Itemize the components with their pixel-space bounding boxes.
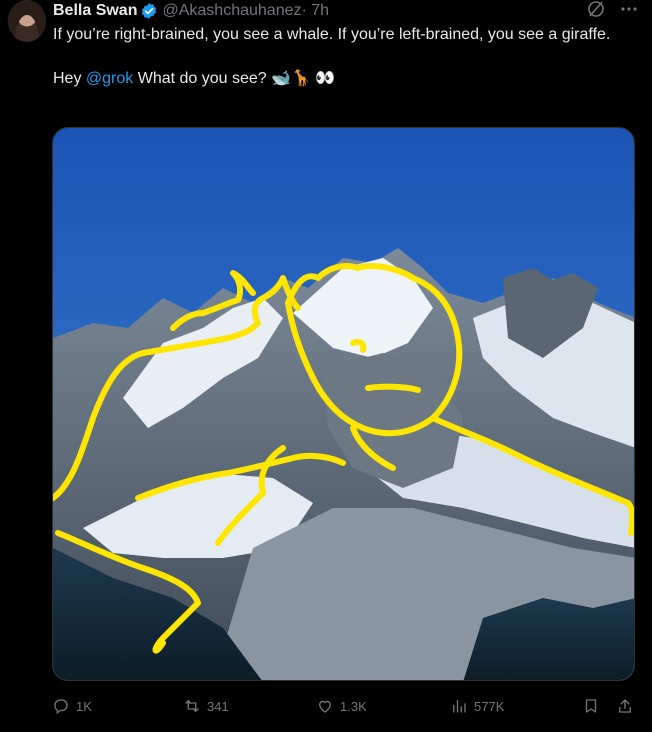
avatar[interactable] [8,0,46,42]
tweet-text: If you’re right-brained, you see a whale… [53,24,623,90]
tweet-line-2: Hey @grok What do you see? 🐋🦒 👀 [53,68,623,90]
timestamp[interactable]: · 7h [301,2,329,20]
author-handle[interactable]: @Akashchauhanez [162,2,301,20]
share-button[interactable] [616,694,634,718]
tweet-line-2-suffix: What do you see? 🐋🦒 👀 [133,70,336,87]
more-icon[interactable] [620,0,638,23]
repost-button[interactable]: 341 [183,694,229,718]
like-button[interactable]: 1.3K [316,694,367,718]
like-count: 1.3K [340,698,367,714]
doodle-giraffe-mouth [365,383,421,393]
views-icon [453,700,466,713]
tweet-actions: 1K 341 1.3K 577K [52,694,640,718]
header-actions [586,0,638,22]
grok-mention-link[interactable]: @grok [86,70,133,87]
share-icon [619,699,631,713]
grok-icon[interactable] [586,0,606,24]
reply-icon [54,699,68,715]
reply-count: 1K [76,698,92,714]
verified-icon [140,2,158,20]
like-icon [319,700,331,713]
bookmark-button[interactable] [582,694,600,718]
views-button[interactable]: 577K [450,694,504,718]
bookmark-icon [585,699,597,713]
repost-icon [185,700,199,712]
tweet: Bella Swan @Akashchauhanez · 7h If you’r… [0,0,652,732]
tweet-line-2-prefix: Hey [53,70,86,87]
views-count: 577K [474,698,505,714]
tweet-line-1: If you’re right-brained, you see a whale… [53,26,611,43]
author-name[interactable]: Bella Swan [53,2,137,20]
tweet-header: Bella Swan @Akashchauhanez · 7h [53,0,329,22]
repost-count: 341 [207,698,229,714]
reply-button[interactable]: 1K [52,694,92,718]
tweet-image[interactable] [52,127,635,681]
